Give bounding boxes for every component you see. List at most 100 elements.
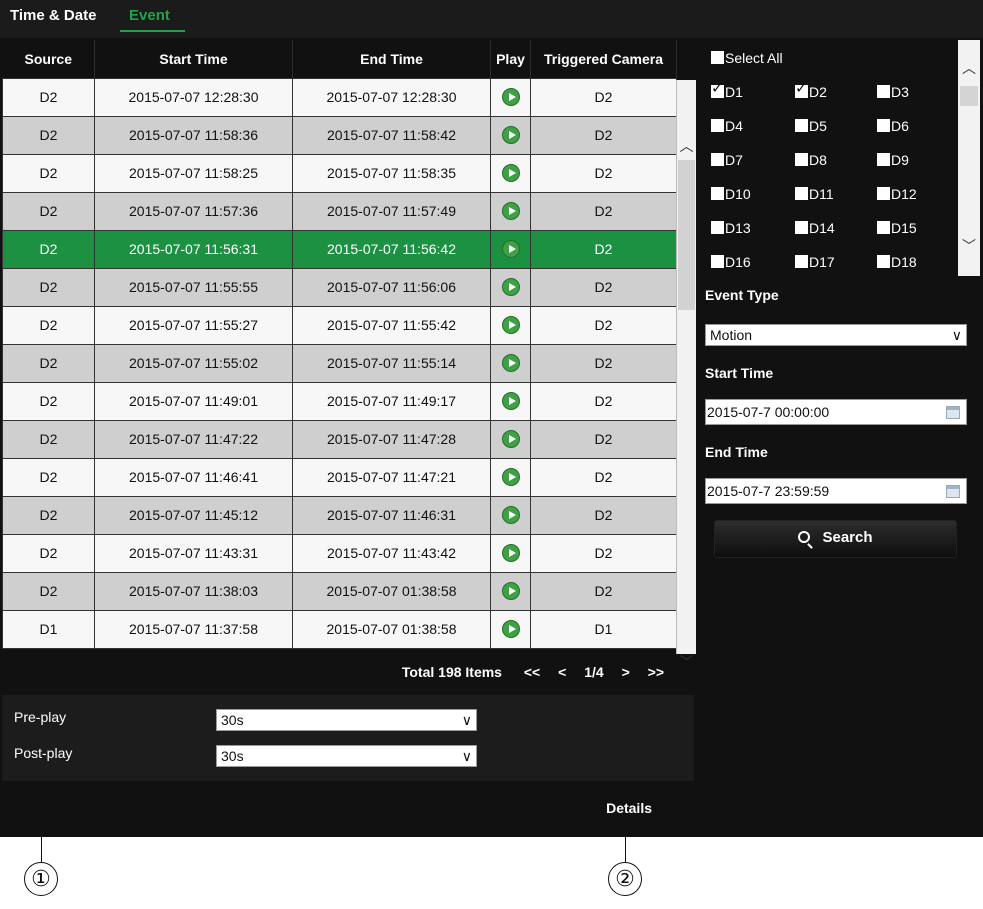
play-icon[interactable] [501,202,520,221]
tab-event[interactable]: Event [120,6,185,32]
table-row[interactable]: D2 2015-07-07 11:57:36 2015-07-07 11:57:49… [2,191,677,231]
start-time-input[interactable]: 2015-07-7 00:00:00 [705,399,967,425]
play-icon[interactable] [501,164,520,183]
prev-page-button[interactable]: < [558,664,566,680]
camera-checkbox-d2[interactable]: D2 [795,81,827,100]
camera-checkbox-d11[interactable]: D11 [795,186,834,202]
next-page-button[interactable]: > [622,664,630,680]
camera-label: D4 [725,118,743,134]
callout-1: ① [24,862,58,896]
select-all-checkbox[interactable]: Select All [711,50,783,66]
filter-panel: Select All D1 D2 D3 D4 D5 D6 D7 D8 D9 D10 D11 D12 D1… [698,38,983,837]
tab-time-date[interactable]: Time & Date [0,6,106,32]
camera-list-scrollbar[interactable]: ︿ ﹀ [958,40,980,276]
scroll-down-icon[interactable]: ﹀ [958,236,980,256]
scroll-down-icon[interactable]: ﹀ [677,652,696,672]
camera-checkbox-d5[interactable]: D5 [795,118,827,134]
table-row[interactable]: D2 2015-07-07 11:58:25 2015-07-07 11:58:35… [2,153,677,193]
play-cell [490,229,531,269]
checkbox-icon [877,221,890,234]
camera-checkbox-d13[interactable]: D13 [711,220,751,236]
col-header-start-time[interactable]: Start Time [94,40,293,78]
details-button[interactable]: Details [606,800,652,816]
table-row[interactable]: D2 2015-07-07 11:58:36 2015-07-07 11:58:42… [2,115,677,155]
calendar-icon[interactable] [946,406,960,419]
end-time-input[interactable]: 2015-07-7 23:59:59 [705,478,967,504]
camera-label: D12 [891,186,917,202]
play-icon[interactable] [501,468,520,487]
camera-checkbox-d10[interactable]: D10 [711,186,751,202]
camera-checkbox-d15[interactable]: D15 [877,220,917,236]
preplay-select[interactable]: 30s ∨ [216,709,477,731]
table-row[interactable]: D2 2015-07-07 11:47:22 2015-07-07 11:47:28… [2,419,677,459]
play-icon[interactable] [501,316,520,335]
table-scrollbar[interactable]: ︿ ﹀ [676,80,696,670]
table-row[interactable]: D2 2015-07-07 11:55:27 2015-07-07 11:55:42… [2,305,677,345]
table-row[interactable]: D2 2015-07-07 11:55:02 2015-07-07 11:55:14… [2,343,677,383]
table-row[interactable]: D2 2015-07-07 11:46:41 2015-07-07 11:47:21… [2,457,677,497]
triggered-camera-cell: D2 [530,381,677,421]
camera-checkbox-d8[interactable]: D8 [795,152,827,168]
play-cell [490,153,531,193]
source-cell: D2 [2,229,95,269]
camera-checkbox-d14[interactable]: D14 [795,220,835,236]
start-time-cell: 2015-07-07 11:55:27 [94,305,293,345]
camera-checkbox-d12[interactable]: D12 [877,186,917,202]
preplay-value: 30s [221,712,244,728]
end-time-label: End Time [705,444,768,460]
table-row[interactable]: D2 2015-07-07 11:56:31 2015-07-07 11:56:42… [2,229,677,269]
play-icon[interactable] [501,126,520,145]
checkbox-icon [795,221,808,234]
play-icon[interactable] [501,392,520,411]
camera-checkbox-d9[interactable]: D9 [877,152,909,168]
search-button[interactable]: Search [714,520,957,558]
table-row[interactable]: D2 2015-07-07 11:45:12 2015-07-07 11:46:31… [2,495,677,535]
play-icon[interactable] [501,430,520,449]
calendar-icon[interactable] [946,485,960,498]
scroll-up-icon[interactable]: ︿ [677,136,696,156]
event-type-select[interactable]: Motion ∨ [705,324,967,346]
camera-checkbox-d16[interactable]: D16 [711,254,751,270]
triggered-camera-cell: D2 [530,495,677,535]
pagination: Total 198 Items << < 1/4 > >> [402,664,664,680]
tab-bar: Time & Date Event [0,0,983,38]
play-icon[interactable] [501,88,520,107]
play-icon[interactable] [501,620,520,639]
table-row[interactable]: D2 2015-07-07 11:55:55 2015-07-07 11:56:06… [2,267,677,307]
play-cell [490,571,531,611]
last-page-button[interactable]: >> [648,664,664,680]
camera-checkbox-d1[interactable]: D1 [711,81,743,100]
checkbox-icon [711,51,724,64]
preplay-label: Pre-play [14,709,67,725]
event-results-panel: Source Start Time End Time Play Triggere… [0,38,698,837]
scroll-up-icon[interactable]: ︿ [958,58,980,78]
play-icon[interactable] [501,278,520,297]
table-row[interactable]: D2 2015-07-07 11:38:03 2015-07-07 01:38:58… [2,571,677,611]
play-icon[interactable] [501,240,520,259]
camera-checkbox-d17[interactable]: D17 [795,254,835,270]
postplay-select[interactable]: 30s ∨ [216,745,477,767]
table-row[interactable]: D2 2015-07-07 11:43:31 2015-07-07 11:43:42… [2,533,677,573]
play-cell [490,533,531,573]
camera-checkbox-d7[interactable]: D7 [711,152,743,168]
scroll-thumb[interactable] [960,86,978,106]
play-icon[interactable] [501,582,520,601]
play-cell [490,609,531,649]
col-header-end-time[interactable]: End Time [292,40,491,78]
play-icon[interactable] [501,506,520,525]
source-cell: D2 [2,343,95,383]
play-icon[interactable] [501,544,520,563]
col-header-source[interactable]: Source [2,40,95,78]
first-page-button[interactable]: << [524,664,540,680]
camera-checkbox-d4[interactable]: D4 [711,118,743,134]
table-row[interactable]: D1 2015-07-07 11:37:58 2015-07-07 01:38:58… [2,609,677,649]
col-header-triggered-camera[interactable]: Triggered Camera [530,40,677,78]
table-row[interactable]: D2 2015-07-07 11:49:01 2015-07-07 11:49:17… [2,381,677,421]
table-row[interactable]: D2 2015-07-07 12:28:30 2015-07-07 12:28:30… [2,77,677,117]
play-icon[interactable] [501,354,520,373]
camera-checkbox-d3[interactable]: D3 [877,84,909,100]
triggered-camera-cell: D2 [530,343,677,383]
camera-checkbox-d18[interactable]: D18 [877,254,917,270]
camera-checkbox-d6[interactable]: D6 [877,118,909,134]
scroll-thumb[interactable] [678,160,695,310]
